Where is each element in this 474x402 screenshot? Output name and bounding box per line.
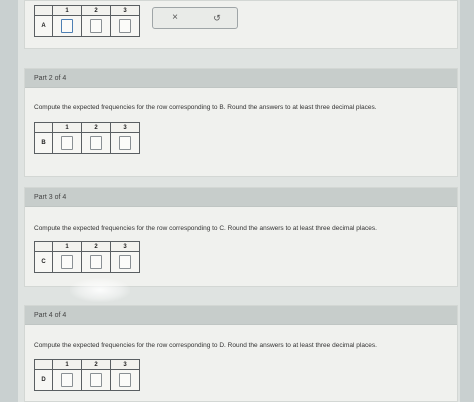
answer-input-b2[interactable]	[90, 136, 102, 150]
part-2-frequency-table: 1 2 3 B	[34, 122, 140, 154]
table-corner	[34, 241, 53, 252]
answer-cell	[81, 132, 111, 154]
answer-cell	[81, 15, 111, 37]
part-2-header: Part 2 of 4	[25, 69, 457, 88]
answer-input-c1[interactable]	[61, 255, 73, 269]
part-3-header: Part 3 of 4	[25, 188, 457, 207]
answer-input-c3[interactable]	[119, 255, 131, 269]
part-4-header: Part 4 of 4	[25, 306, 457, 325]
answer-input-d3[interactable]	[119, 373, 131, 387]
column-header: 2	[81, 241, 111, 252]
part-1-card: 1 2 3 A × ↺	[24, 0, 458, 49]
answer-cell	[110, 15, 140, 37]
table-corner	[34, 122, 53, 133]
column-header: 3	[110, 122, 140, 133]
column-header: 3	[110, 241, 140, 252]
answer-cell	[52, 369, 82, 391]
answer-input-d1[interactable]	[61, 373, 73, 387]
part-3-card: Part 3 of 4 Compute the expected frequen…	[24, 187, 458, 287]
answer-input-d2[interactable]	[90, 373, 102, 387]
column-header: 2	[81, 5, 111, 16]
answer-cell	[81, 251, 111, 273]
answer-cell	[52, 132, 82, 154]
column-header: 1	[52, 241, 82, 252]
part-2-prompt: Compute the expected frequencies for the…	[34, 104, 377, 111]
table-corner	[34, 5, 53, 16]
part-1-frequency-table: 1 2 3 A	[34, 5, 140, 37]
undo-icon[interactable]: ↺	[207, 10, 227, 26]
part-2-card: Part 2 of 4 Compute the expected frequen…	[24, 68, 458, 177]
column-header: 1	[52, 5, 82, 16]
answer-input-b3[interactable]	[119, 136, 131, 150]
column-header: 1	[52, 122, 82, 133]
row-label: D	[34, 369, 53, 391]
answer-input-b1[interactable]	[61, 136, 73, 150]
column-header: 1	[52, 359, 82, 370]
table-corner	[34, 359, 53, 370]
close-icon[interactable]: ×	[165, 10, 185, 26]
answer-cell	[110, 132, 140, 154]
part-3-frequency-table: 1 2 3 C	[34, 241, 140, 273]
column-header: 3	[110, 359, 140, 370]
answer-cell	[52, 15, 82, 37]
answer-input-a2[interactable]	[90, 19, 102, 33]
answer-toolbar: × ↺	[152, 7, 238, 29]
column-header: 3	[110, 5, 140, 16]
answer-cell	[110, 251, 140, 273]
part-4-card: Part 4 of 4 Compute the expected frequen…	[24, 305, 458, 402]
column-header: 2	[81, 122, 111, 133]
answer-cell	[110, 369, 140, 391]
answer-input-c2[interactable]	[90, 255, 102, 269]
column-header: 2	[81, 359, 111, 370]
part-4-frequency-table: 1 2 3 D	[34, 359, 140, 391]
row-label: A	[34, 15, 53, 37]
part-4-prompt: Compute the expected frequencies for the…	[34, 342, 377, 349]
answer-cell	[81, 369, 111, 391]
answer-input-a1[interactable]	[61, 19, 73, 33]
answer-input-a3[interactable]	[119, 19, 131, 33]
row-label: C	[34, 251, 53, 273]
row-label: B	[34, 132, 53, 154]
answer-cell	[52, 251, 82, 273]
part-3-prompt: Compute the expected frequencies for the…	[34, 225, 377, 232]
